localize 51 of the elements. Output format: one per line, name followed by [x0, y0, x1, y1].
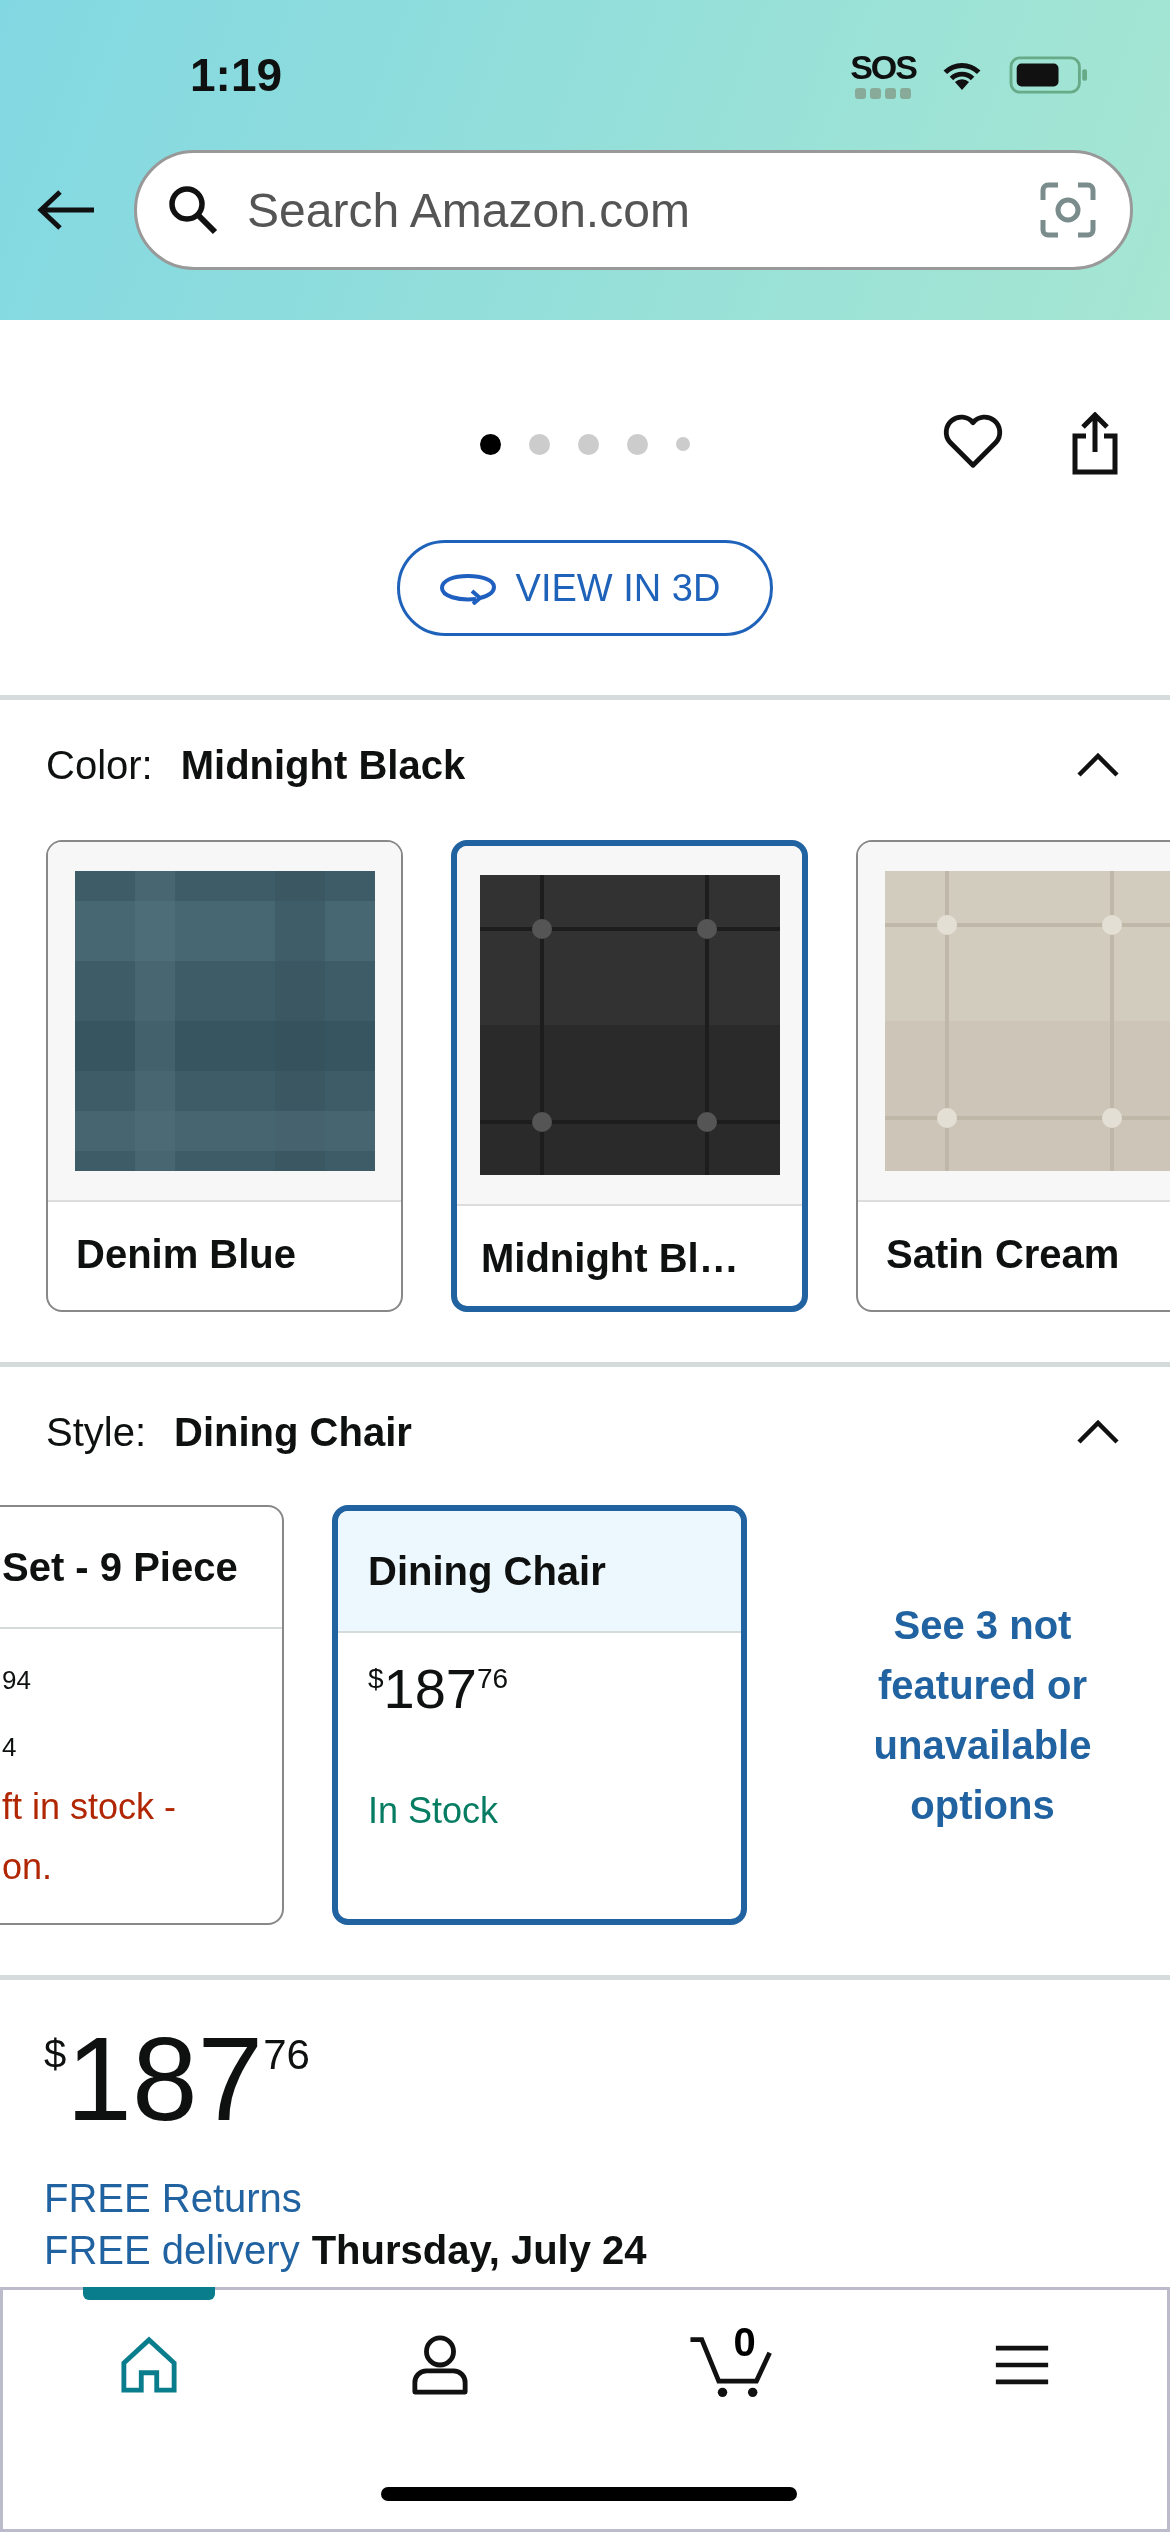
share-icon[interactable]: [1070, 412, 1120, 476]
menu-icon: [993, 2344, 1050, 2386]
delivery-date: Thursday, July 24: [311, 2227, 647, 2274]
search-icon: [167, 184, 219, 236]
stock-warning: on.: [2, 1845, 54, 1889]
rotate-icon: [437, 571, 498, 605]
option-label: Style:: [46, 1409, 147, 1455]
price-cents: 76: [477, 1665, 509, 1693]
clock-time: 1:19: [190, 48, 283, 102]
color-swatch-card[interactable]: Satin Cream: [856, 840, 1170, 1312]
option-value: Dining Chair: [174, 1409, 413, 1455]
swatch-label: Denim Blue: [75, 1231, 298, 1277]
price-cents: 94: [2, 1667, 31, 1693]
camera-icon[interactable]: [1040, 182, 1096, 238]
chevron-up-icon[interactable]: [1076, 1419, 1120, 1445]
unavailable-options-link[interactable]: See 3 not featured or unavailable options: [832, 1595, 1133, 1835]
page-dot[interactable]: [529, 433, 550, 455]
page-dot[interactable]: [480, 433, 501, 455]
chevron-up-icon[interactable]: [1076, 752, 1120, 778]
battery-icon: [1008, 56, 1090, 94]
price-cents: 76: [263, 2034, 310, 2076]
color-swatch-card[interactable]: Denim Blue: [46, 840, 403, 1312]
stock-status: In Stock: [368, 1789, 500, 1833]
search-input[interactable]: Search Amazon.com: [247, 182, 1012, 238]
currency-symbol: $: [44, 2034, 67, 2074]
swatch-label: Satin Cream: [885, 1231, 1121, 1277]
price-amount: 187: [66, 2020, 264, 2138]
page-dot[interactable]: [676, 437, 690, 451]
style-name: Dining Chair: [368, 1548, 606, 1594]
page-dot[interactable]: [578, 433, 599, 455]
back-arrow-icon[interactable]: [36, 188, 96, 232]
search-field[interactable]: Search Amazon.com: [134, 150, 1133, 270]
signal-dots-icon: [855, 88, 912, 100]
option-value: Midnight Black: [180, 742, 467, 788]
list-price: 4: [2, 1731, 18, 1764]
option-label: Color:: [46, 742, 153, 788]
style-option-card[interactable]: Set - 9 Piece 94 4 ft in stock - on.: [0, 1505, 284, 1925]
stock-warning: ft in stock -: [2, 1785, 178, 1829]
style-name: Set - 9 Piece: [2, 1544, 238, 1590]
delivery-link[interactable]: FREE delivery: [44, 2226, 300, 2274]
currency-symbol: $: [368, 1665, 384, 1693]
heart-icon[interactable]: [942, 412, 1004, 470]
home-icon: [119, 2336, 178, 2394]
page-dot[interactable]: [627, 433, 648, 455]
color-swatch-card[interactable]: Midnight Bl…: [451, 840, 808, 1312]
sos-label: SOS: [850, 50, 916, 84]
returns-link[interactable]: FREE Returns: [44, 2174, 302, 2222]
view-3d-button[interactable]: VIEW IN 3D: [396, 540, 774, 636]
swatch-label: Midnight Bl…: [480, 1235, 740, 1281]
price-amount: 187: [383, 1661, 477, 1717]
person-icon: [410, 2334, 469, 2396]
